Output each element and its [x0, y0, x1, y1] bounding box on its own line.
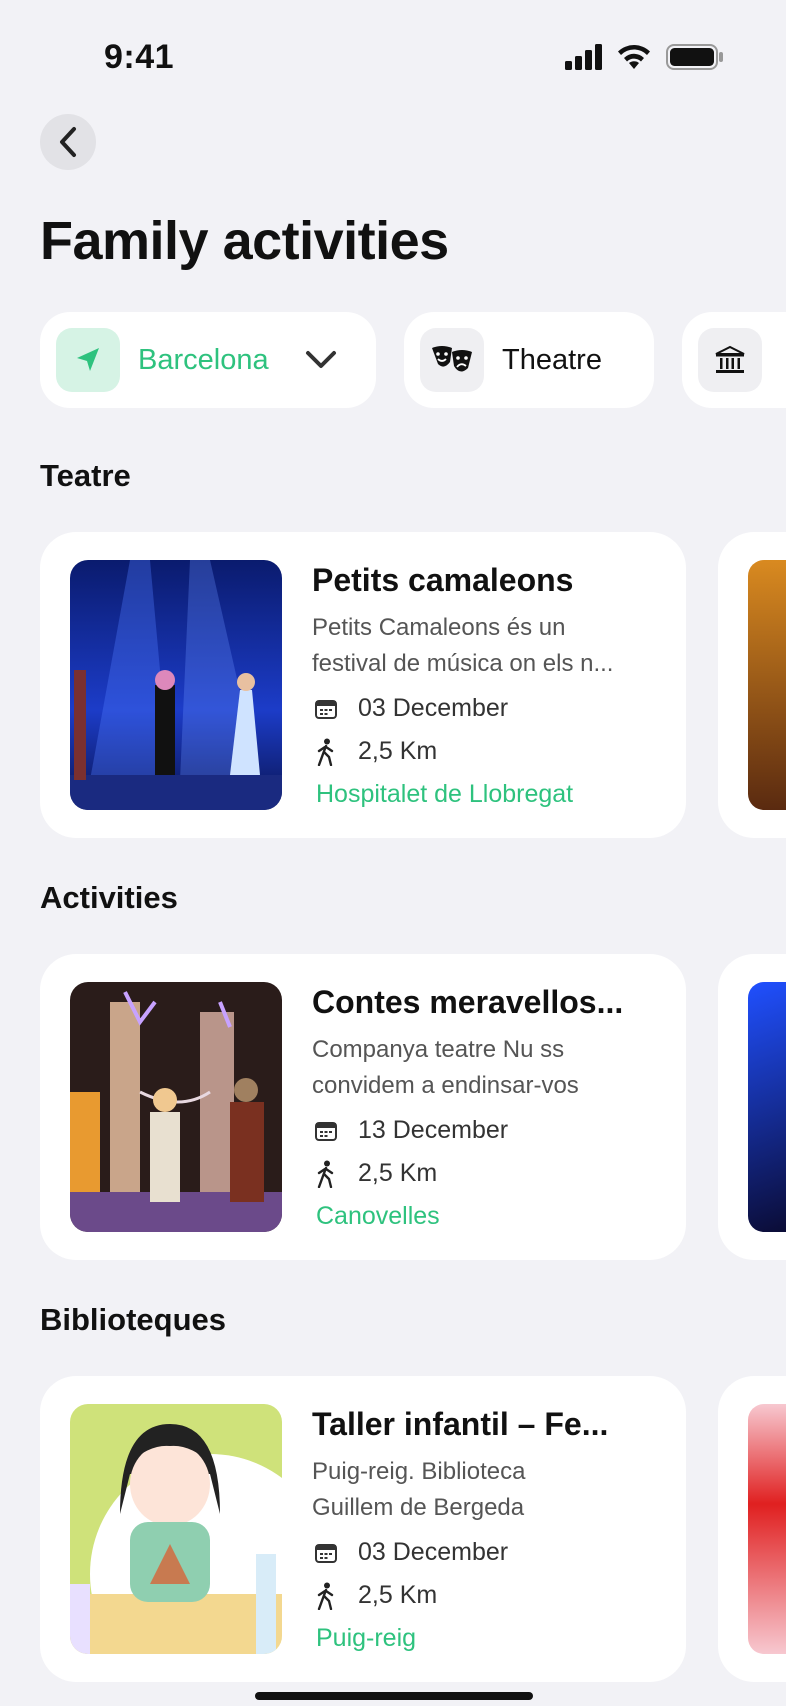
- event-card-next[interactable]: [718, 532, 786, 838]
- calendar-icon: [312, 1117, 340, 1145]
- event-image: [748, 982, 786, 1232]
- event-date: 03 December: [312, 1538, 508, 1567]
- event-description: Puig-reig. Biblioteca Guillem de Bergeda: [312, 1458, 526, 1521]
- category-filter-museum[interactable]: [682, 312, 786, 408]
- status-time: 9:41: [104, 38, 175, 76]
- calendar-icon: [312, 1539, 340, 1567]
- section-title-biblioteques: Biblioteques: [40, 1302, 227, 1337]
- event-card[interactable]: Taller infantil – Fe... Puig-reig. Bibli…: [40, 1376, 686, 1682]
- event-card[interactable]: Contes meravellos... Companya teatre Nu …: [40, 954, 686, 1260]
- event-title: Taller infantil – Fe...: [312, 1406, 609, 1442]
- event-description: Petits Camaleons és un festival de músic…: [312, 614, 614, 677]
- section-title-activities: Activities: [40, 880, 178, 915]
- event-card-next[interactable]: [718, 1376, 786, 1682]
- event-image: [748, 1404, 786, 1654]
- event-distance: 2,5 Km: [312, 1581, 437, 1610]
- walking-icon: [312, 738, 340, 766]
- cellular-signal-icon: [565, 44, 602, 70]
- event-title: Contes meravellos...: [312, 984, 624, 1020]
- walking-icon: [312, 1160, 340, 1188]
- event-image: [70, 560, 282, 810]
- section-title-teatre: Teatre: [40, 458, 131, 493]
- museum-icon: [698, 328, 762, 392]
- carousel-teatre: Petits camaleons Petits Camaleons és un …: [0, 532, 786, 838]
- location-filter[interactable]: Barcelona: [40, 312, 376, 408]
- event-date: 13 December: [312, 1116, 508, 1145]
- page-title: Family activities: [40, 211, 449, 271]
- filter-chips: Barcelona Theatre: [40, 312, 786, 408]
- back-button[interactable]: [40, 114, 96, 170]
- status-bar: 9:41: [0, 0, 786, 110]
- location-label: Barcelona: [138, 343, 269, 376]
- calendar-icon: [312, 695, 340, 723]
- category-filter-theatre[interactable]: Theatre: [404, 312, 654, 408]
- location-arrow-icon: [56, 328, 120, 392]
- event-image: [70, 1404, 282, 1654]
- event-distance: 2,5 Km: [312, 1159, 437, 1188]
- theatre-masks-icon: [420, 328, 484, 392]
- event-title: Petits camaleons: [312, 562, 574, 598]
- event-location: Canovelles: [316, 1202, 440, 1230]
- event-location: Puig-reig: [316, 1624, 417, 1652]
- chevron-down-icon: [305, 351, 336, 368]
- home-indicator: [255, 1692, 533, 1700]
- chevron-left-icon: [60, 127, 76, 157]
- battery-icon: [666, 44, 723, 70]
- event-card-next[interactable]: [718, 954, 786, 1260]
- category-label: Theatre: [502, 343, 602, 376]
- wifi-icon: [618, 45, 650, 69]
- event-date: 03 December: [312, 694, 508, 723]
- event-card[interactable]: Petits camaleons Petits Camaleons és un …: [40, 532, 686, 838]
- walking-icon: [312, 1582, 340, 1610]
- event-image: [748, 560, 786, 810]
- carousel-activities: Contes meravellos... Companya teatre Nu …: [0, 954, 786, 1260]
- event-description: Companya teatre Nu ss convidem a endinsa…: [312, 1036, 579, 1099]
- event-distance: 2,5 Km: [312, 737, 437, 766]
- event-location: Hospitalet de Llobregat: [316, 780, 574, 808]
- event-image: [70, 982, 282, 1232]
- carousel-biblioteques: Taller infantil – Fe... Puig-reig. Bibli…: [0, 1376, 786, 1682]
